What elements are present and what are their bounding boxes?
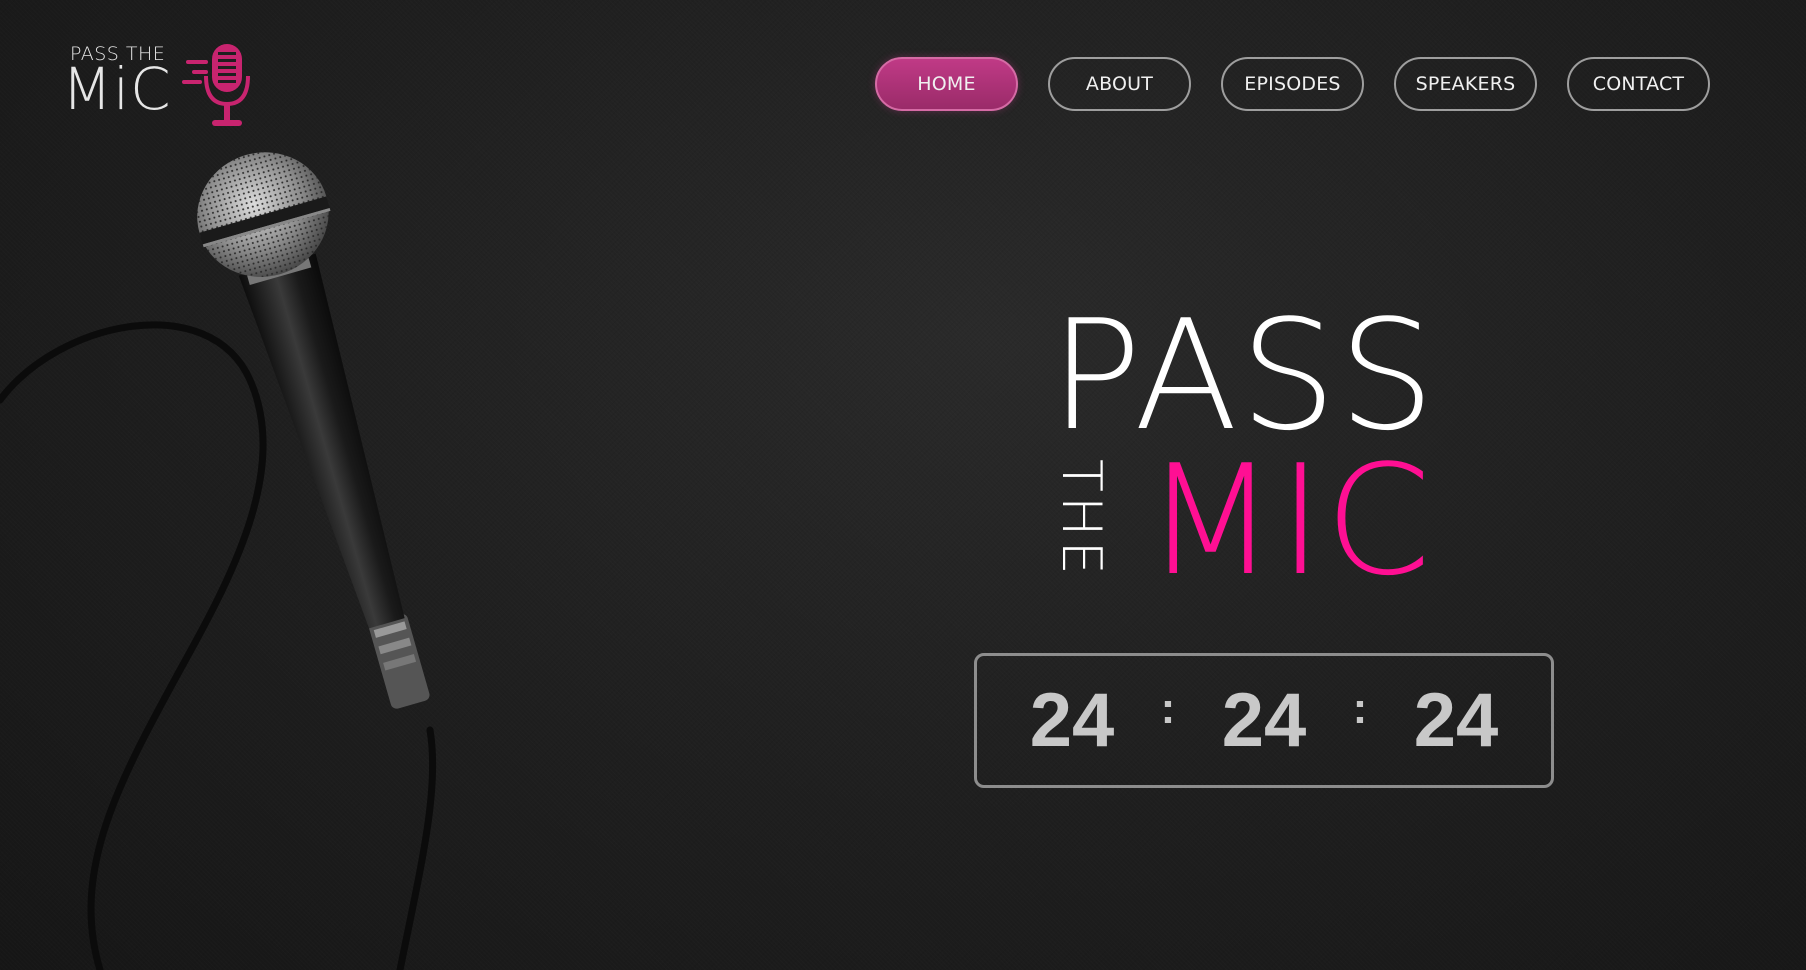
countdown-separator: : bbox=[1160, 683, 1176, 733]
countdown-timer: 24 : 24 : 24 bbox=[974, 653, 1554, 788]
hero-title: PASS THE MIC bbox=[1050, 300, 1450, 600]
microphone-photo bbox=[0, 152, 437, 970]
hero-the-text: THE bbox=[1050, 459, 1113, 579]
nav-home-button[interactable]: HOME bbox=[875, 57, 1018, 111]
page: PASS THE MiC HOME ABOUT EPISODES SPEAKER… bbox=[0, 0, 1806, 970]
microphone-icon bbox=[182, 44, 250, 126]
hero-mic-text: MIC bbox=[1145, 432, 1434, 609]
site-logo[interactable]: PASS THE MiC bbox=[62, 40, 252, 132]
hero-pass-text: PASS bbox=[1050, 287, 1437, 464]
nav-about-button[interactable]: ABOUT bbox=[1048, 57, 1191, 111]
logo-bottom-text: MiC bbox=[62, 55, 172, 123]
nav-episodes-button[interactable]: EPISODES bbox=[1221, 57, 1364, 111]
countdown-hours: 24 bbox=[1029, 677, 1115, 763]
countdown-seconds: 24 bbox=[1413, 677, 1499, 763]
nav-contact-button[interactable]: CONTACT bbox=[1567, 57, 1710, 111]
nav-speakers-button[interactable]: SPEAKERS bbox=[1394, 57, 1537, 111]
countdown-minutes: 24 bbox=[1221, 677, 1307, 763]
main-nav: HOME ABOUT EPISODES SPEAKERS CONTACT bbox=[875, 57, 1710, 111]
countdown-separator: : bbox=[1352, 683, 1368, 733]
